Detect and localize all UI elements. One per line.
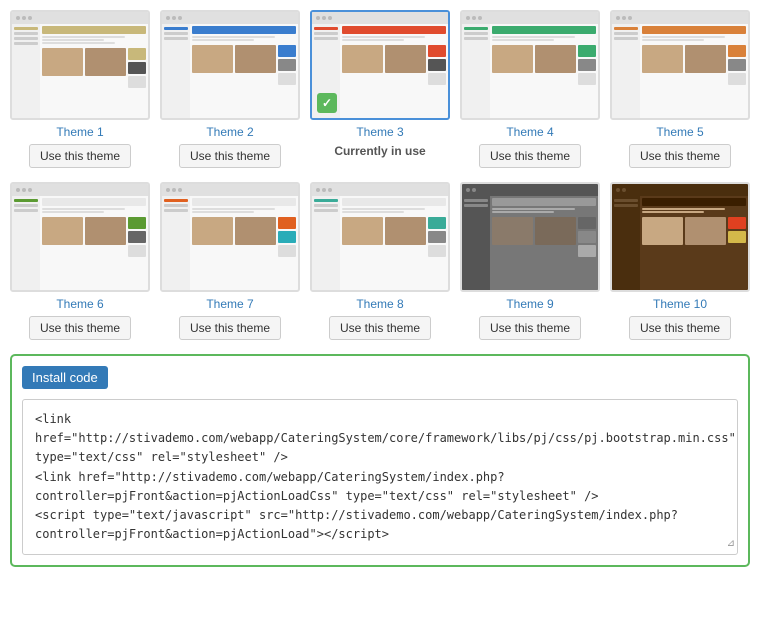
- themes-row-2: Theme 6 Use this theme: [10, 182, 750, 340]
- theme-preview-3: ✓: [310, 10, 450, 120]
- theme-preview-4: [460, 10, 600, 120]
- theme-preview-8: [310, 182, 450, 292]
- use-theme-5-button[interactable]: Use this theme: [629, 144, 731, 168]
- theme-item-3: ✓ Theme 3 Currently in use: [310, 10, 450, 168]
- currently-in-use-label: Currently in use: [334, 144, 425, 158]
- use-theme-10-button[interactable]: Use this theme: [629, 316, 731, 340]
- theme-9-name: Theme 9: [506, 297, 553, 311]
- theme-item-5: Theme 5 Use this theme: [610, 10, 750, 168]
- install-code-label: Install code: [22, 366, 108, 389]
- theme-3-name: Theme 3: [356, 125, 403, 139]
- resize-handle: ⊿: [727, 536, 735, 552]
- use-theme-2-button[interactable]: Use this theme: [179, 144, 281, 168]
- theme-7-name: Theme 7: [206, 297, 253, 311]
- theme-preview-7: [160, 182, 300, 292]
- active-checkmark: ✓: [317, 93, 337, 113]
- use-theme-4-button[interactable]: Use this theme: [479, 144, 581, 168]
- use-theme-9-button[interactable]: Use this theme: [479, 316, 581, 340]
- theme-preview-1: [10, 10, 150, 120]
- page-wrapper: Theme 1 Use this theme: [0, 0, 760, 640]
- use-theme-1-button[interactable]: Use this theme: [29, 144, 131, 168]
- theme-4-name: Theme 4: [506, 125, 553, 139]
- install-code-content: <link href="http://stivademo.com/webapp/…: [35, 412, 736, 541]
- use-theme-7-button[interactable]: Use this theme: [179, 316, 281, 340]
- theme-8-name: Theme 8: [356, 297, 403, 311]
- theme-preview-10: [610, 182, 750, 292]
- themes-row-1: Theme 1 Use this theme: [10, 10, 750, 168]
- theme-item-1: Theme 1 Use this theme: [10, 10, 150, 168]
- theme-preview-6: [10, 182, 150, 292]
- theme-preview-2: [160, 10, 300, 120]
- theme-item-10: Theme 10 Use this theme: [610, 182, 750, 340]
- theme-item-6: Theme 6 Use this theme: [10, 182, 150, 340]
- install-code-section: Install code <link href="http://stivadem…: [10, 354, 750, 567]
- install-code-box[interactable]: <link href="http://stivademo.com/webapp/…: [22, 399, 738, 555]
- theme-5-name: Theme 5: [656, 125, 703, 139]
- theme-preview-5: [610, 10, 750, 120]
- theme-1-name: Theme 1: [56, 125, 103, 139]
- theme-item-9: Theme 9 Use this theme: [460, 182, 600, 340]
- theme-item-7: Theme 7 Use this theme: [160, 182, 300, 340]
- theme-2-name: Theme 2: [206, 125, 253, 139]
- theme-10-name: Theme 10: [653, 297, 707, 311]
- theme-6-name: Theme 6: [56, 297, 103, 311]
- theme-item-4: Theme 4 Use this theme: [460, 10, 600, 168]
- use-theme-8-button[interactable]: Use this theme: [329, 316, 431, 340]
- theme-item-8: Theme 8 Use this theme: [310, 182, 450, 340]
- use-theme-6-button[interactable]: Use this theme: [29, 316, 131, 340]
- theme-preview-9: [460, 182, 600, 292]
- theme-item-2: Theme 2 Use this theme: [160, 10, 300, 168]
